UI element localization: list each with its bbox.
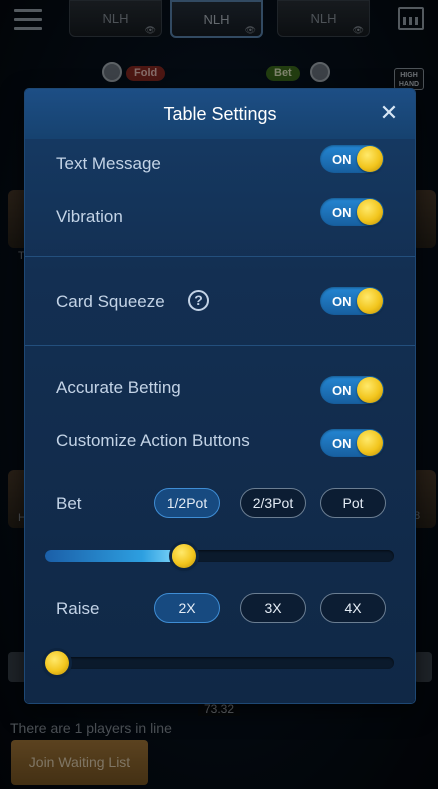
bet-slider-fill: [45, 550, 184, 562]
raise-option-3x[interactable]: 3X: [240, 593, 306, 623]
accurate-betting-label: Accurate Betting: [56, 378, 181, 397]
toggle-knob: [357, 288, 383, 314]
customize-action-buttons-label: Customize Action Buttons: [56, 431, 250, 450]
toggle-state: ON: [332, 152, 352, 167]
bet-option-half-pot[interactable]: 1/2Pot: [154, 488, 220, 518]
close-icon[interactable]: ✕: [379, 102, 399, 124]
raise-label: Raise: [56, 599, 100, 618]
vibration-toggle[interactable]: ON: [320, 198, 384, 226]
toggle-knob: [357, 199, 383, 225]
accurate-betting-toggle[interactable]: ON: [320, 376, 384, 404]
bet-label: Bet: [56, 494, 82, 513]
customize-action-buttons-toggle[interactable]: ON: [320, 429, 384, 457]
section-divider: [25, 256, 415, 257]
card-squeeze-toggle[interactable]: ON: [320, 287, 384, 315]
toggle-state: ON: [332, 205, 352, 220]
bet-slider[interactable]: [45, 544, 394, 568]
card-squeeze-label: Card Squeeze: [56, 292, 165, 311]
section-divider: [25, 345, 415, 346]
bet-option-pot[interactable]: Pot: [320, 488, 386, 518]
text-message-label: Text Message: [56, 154, 161, 173]
toggle-state: ON: [332, 294, 352, 309]
raise-option-2x[interactable]: 2X: [154, 593, 220, 623]
raise-slider-knob[interactable]: [45, 651, 69, 675]
bet-slider-knob[interactable]: [172, 544, 196, 568]
toggle-knob: [357, 377, 383, 403]
text-message-toggle[interactable]: ON: [320, 145, 384, 173]
toggle-knob: [357, 430, 383, 456]
modal-header: Table Settings ✕: [25, 89, 415, 139]
toggle-state: ON: [332, 436, 352, 451]
bet-option-two-thirds-pot[interactable]: 2/3Pot: [240, 488, 306, 518]
vibration-label: Vibration: [56, 207, 123, 226]
toggle-state: ON: [332, 383, 352, 398]
modal-title: Table Settings: [163, 104, 277, 124]
raise-slider[interactable]: [45, 651, 394, 675]
table-settings-modal: Table Settings ✕ Text Message ON Vibrati…: [25, 89, 415, 703]
help-icon[interactable]: ?: [188, 290, 209, 311]
toggle-knob: [357, 146, 383, 172]
raise-option-4x[interactable]: 4X: [320, 593, 386, 623]
